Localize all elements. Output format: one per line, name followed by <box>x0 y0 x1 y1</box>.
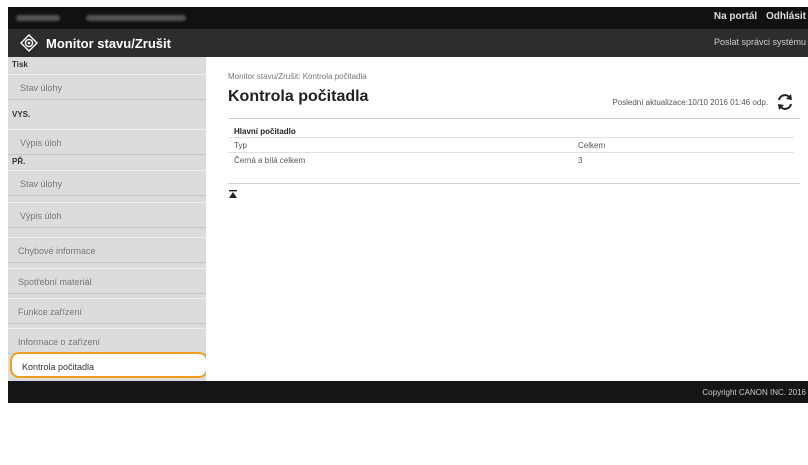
sidebar-item-label: Stav úlohy <box>20 179 63 189</box>
sidebar-item-print-job-status[interactable]: Stav úlohy <box>8 74 206 100</box>
send-to-admin-link[interactable]: Poslat správci systému <box>714 37 806 47</box>
table-cell-type: Černá a bílá celkem <box>234 156 306 165</box>
table-bottom-divider <box>228 183 800 184</box>
blurred-device-info <box>86 15 186 21</box>
logout-link[interactable]: Odhlásit <box>766 11 806 22</box>
portal-link[interactable]: Na portál <box>714 11 757 22</box>
sidebar-section-receive: PŘ. <box>12 157 26 166</box>
page: Na portál Odhlásit Monitor stavu/Zrušit … <box>0 0 808 465</box>
sidebar-item-receive-job-log[interactable]: Výpis úloh <box>8 202 206 228</box>
sidebar-item-device-info[interactable]: Informace o zařízení <box>8 328 206 354</box>
refresh-icon[interactable] <box>776 93 794 111</box>
copyright-text: Copyright CANON INC. 2016 <box>702 388 806 397</box>
sidebar-item-receive-job-status[interactable]: Stav úlohy <box>8 170 206 196</box>
sidebar-item-label: Kontrola počitadla <box>22 362 95 372</box>
last-update-text: Poslední aktualizace:10/10 2016 01:46 od… <box>612 98 768 107</box>
app-title: Monitor stavu/Zrušit <box>46 36 171 51</box>
title-divider <box>228 118 800 119</box>
canon-logo-icon <box>20 34 38 52</box>
sidebar-item-consumables[interactable]: Spotřební materiál <box>8 268 206 294</box>
sidebar-item-send-job-log[interactable]: Výpis úloh <box>8 129 206 155</box>
sidebar-section-print: Tisk <box>12 60 28 69</box>
table-divider <box>228 152 794 153</box>
counter-section-heading: Hlavní počitadlo <box>234 127 296 136</box>
breadcrumb: Monitor stavu/Zrušit: Kontrola počitadla <box>228 72 367 81</box>
sidebar-item-error-info[interactable]: Chybové informace <box>8 237 206 263</box>
sidebar-item-label: Chybové informace <box>18 246 96 256</box>
table-header-type: Typ <box>234 141 247 150</box>
sidebar-item-label: Stav úlohy <box>20 83 63 93</box>
sidebar-item-label: Výpis úloh <box>20 211 62 221</box>
top-links: Na portál Odhlásit <box>708 11 806 22</box>
main-content: Monitor stavu/Zrušit: Kontrola počitadla… <box>206 57 808 381</box>
page-title: Kontrola počitadla <box>228 88 369 105</box>
sidebar-item-counter-check[interactable]: Kontrola počitadla <box>10 352 208 378</box>
sidebar-item-label: Informace o zařízení <box>18 337 101 347</box>
blurred-device-name <box>16 15 60 21</box>
table-header-total: Celkem <box>578 141 606 150</box>
title-bar: Monitor stavu/Zrušit Poslat správci syst… <box>8 29 808 57</box>
sidebar-item-label: Funkce zařízení <box>18 307 83 317</box>
footer: Copyright CANON INC. 2016 <box>8 381 808 403</box>
scroll-top-icon[interactable] <box>228 189 238 199</box>
sidebar-item-label: Výpis úloh <box>20 138 62 148</box>
sidebar: Tisk Stav úlohy VYS. Výpis úloh PŘ. Stav… <box>8 57 208 381</box>
table-cell-total: 3 <box>578 156 583 165</box>
sidebar-item-label: Spotřební materiál <box>18 277 92 287</box>
sidebar-section-send: VYS. <box>12 110 31 119</box>
sidebar-item-device-features[interactable]: Funkce zařízení <box>8 298 206 324</box>
top-bar: Na portál Odhlásit <box>8 7 808 29</box>
table-divider <box>228 137 794 138</box>
